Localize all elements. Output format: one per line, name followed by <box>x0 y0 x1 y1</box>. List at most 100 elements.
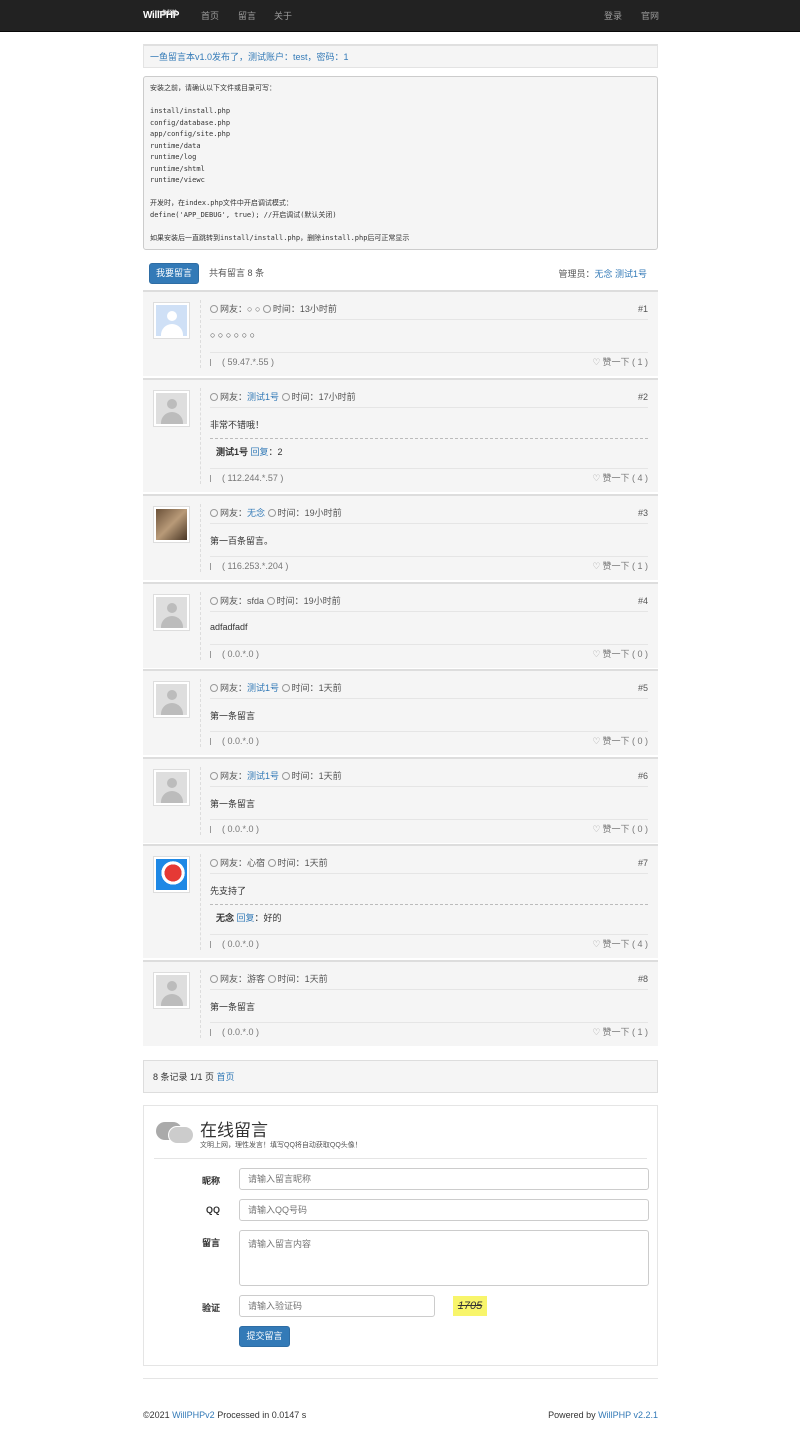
message-time: 13小时前 <box>299 304 337 314</box>
time-label: 时间： <box>277 974 305 984</box>
message-item: 网友：心宿 时间：1天前 #7 先支持了 无念 回复：好的 ( 0.0.*.0 ) ♡ 赞… <box>143 844 658 958</box>
message-item: 网友：游客 时间：1天前 #8 第一条留言 ( 0.0.*.0 ) ♡ 赞一下 ( 1 … <box>143 960 658 1046</box>
message-author[interactable]: 测试1号 <box>247 392 279 402</box>
admin-link[interactable]: 测试1号 <box>615 269 647 279</box>
ip-address: ( 0.0.*.0 ) <box>222 736 260 746</box>
message-header: 网友：○ ○ 时间：13小时前 #1 <box>210 300 648 320</box>
post-message-button[interactable]: 我要留言 <box>149 263 199 284</box>
message-time: 19小时前 <box>304 508 342 518</box>
admin-label: 管理员： <box>558 269 595 279</box>
like-label: 赞一下 <box>602 357 630 367</box>
ip-address: ( 116.253.*.204 ) <box>222 561 289 571</box>
message-author: 游客 <box>247 974 266 984</box>
like-label: 赞一下 <box>602 649 630 659</box>
divider <box>200 592 201 660</box>
message-number: #1 <box>637 304 648 314</box>
install-instructions: 安装之前，请确认以下文件或目录可写： install/install.php c… <box>143 76 658 250</box>
flag-icon <box>210 738 216 745</box>
nav-about[interactable]: 关于 <box>274 0 292 32</box>
message-label: 留言 <box>201 1238 220 1248</box>
like-button[interactable]: ♡ 赞一下 ( 1 ) <box>592 353 648 371</box>
heart-icon: ♡ <box>592 473 601 483</box>
top-navbar: 一鱼科技 WillPHP 首页 留言 关于 登录 官网 <box>0 0 800 32</box>
user-icon <box>210 859 218 867</box>
qq-input[interactable] <box>239 1199 649 1221</box>
user-icon <box>210 393 218 401</box>
divider <box>200 504 201 572</box>
admin-link[interactable]: 无念 <box>594 269 612 279</box>
message-footer: ( 0.0.*.0 ) ♡ 赞一下 ( 4 ) <box>210 934 648 952</box>
site-logo[interactable]: 一鱼科技 WillPHP <box>143 8 185 24</box>
message-author[interactable]: 测试1号 <box>247 683 279 693</box>
form-title: 在线留言 <box>200 1121 268 1140</box>
like-button[interactable]: ♡ 赞一下 ( 0 ) <box>592 732 648 750</box>
reply-link[interactable]: 回复 <box>237 913 255 923</box>
ip-address: ( 0.0.*.0 ) <box>222 939 260 949</box>
like-count: ( 0 ) <box>631 649 648 659</box>
message-number: #4 <box>637 596 648 606</box>
like-count: ( 4 ) <box>631 939 648 949</box>
message-footer: ( 59.47.*.55 ) ♡ 赞一下 ( 1 ) <box>210 352 648 370</box>
ip-address: ( 59.47.*.55 ) <box>222 357 275 367</box>
message-number: #5 <box>637 683 648 693</box>
like-button[interactable]: ♡ 赞一下 ( 0 ) <box>592 645 648 663</box>
message-time: 1天前 <box>304 858 328 868</box>
total-prefix: 共有留言 <box>209 268 246 278</box>
nav-home[interactable]: 首页 <box>201 0 219 32</box>
message-header: 网友：游客 时间：1天前 #8 <box>210 970 648 990</box>
like-button[interactable]: ♡ 赞一下 ( 1 ) <box>592 557 648 575</box>
message-header: 网友：sfda 时间：19小时前 #4 <box>210 592 648 612</box>
captcha-image[interactable]: 1705 <box>453 1296 487 1316</box>
ip-address: ( 0.0.*.0 ) <box>222 649 260 659</box>
time-label: 时间： <box>276 596 304 606</box>
message-header: 网友：无念 时间：19小时前 #3 <box>210 504 648 524</box>
like-label: 赞一下 <box>602 1027 630 1037</box>
time-label: 时间： <box>277 508 305 518</box>
captcha-input[interactable] <box>239 1295 435 1317</box>
ip-address: ( 0.0.*.0 ) <box>222 1027 260 1037</box>
heart-icon: ♡ <box>592 824 601 834</box>
message-content: 第一条留言 <box>210 799 256 809</box>
user-icon <box>210 975 218 983</box>
like-button[interactable]: ♡ 赞一下 ( 1 ) <box>592 1023 648 1041</box>
like-button[interactable]: ♡ 赞一下 ( 0 ) <box>592 820 648 838</box>
framework-link[interactable]: WillPHP v2.2.1 <box>598 1410 658 1420</box>
nav-message[interactable]: 留言 <box>238 0 256 32</box>
message-author[interactable]: 无念 <box>247 508 265 518</box>
divider <box>200 300 201 368</box>
app-link[interactable]: WillPHPv2 <box>172 1410 215 1420</box>
message-author[interactable]: 测试1号 <box>247 771 279 781</box>
time-label: 时间： <box>291 392 319 402</box>
user-icon <box>210 305 218 313</box>
clock-icon <box>267 975 276 983</box>
time-label: 时间： <box>291 771 319 781</box>
pagination: 8 条记录 1/1 页 首页 <box>143 1060 658 1093</box>
user-label: 网友： <box>220 683 248 693</box>
like-label: 赞一下 <box>602 473 630 483</box>
like-button[interactable]: ♡ 赞一下 ( 4 ) <box>592 935 648 953</box>
message-footer: ( 0.0.*.0 ) ♡ 赞一下 ( 0 ) <box>210 644 648 662</box>
notice-link[interactable]: 一鱼留言本v1.0发布了，测试账户：test，密码：1 <box>150 52 349 62</box>
reply-link[interactable]: 回复 <box>251 447 269 457</box>
clock-icon <box>262 305 271 313</box>
nick-input[interactable] <box>239 1168 649 1190</box>
submit-button[interactable]: 提交留言 <box>239 1326 290 1347</box>
reply-text: ：好的 <box>254 913 282 923</box>
message-textarea[interactable] <box>239 1230 649 1286</box>
like-button[interactable]: ♡ 赞一下 ( 4 ) <box>592 469 648 487</box>
nav-login[interactable]: 登录 <box>604 0 622 32</box>
pager-first-link[interactable]: 首页 <box>217 1072 235 1082</box>
like-label: 赞一下 <box>602 939 630 949</box>
heart-icon: ♡ <box>592 736 601 746</box>
flag-icon <box>210 563 216 570</box>
heart-icon: ♡ <box>592 649 601 659</box>
form-subtitle: 文明上网，理性发言！填写QQ将自动获取QQ头像！ <box>200 1142 362 1149</box>
reply-author: 测试1号 <box>216 447 249 457</box>
user-label: 网友： <box>220 974 248 984</box>
nav-official[interactable]: 官网 <box>641 0 659 32</box>
message-content: adfadfadf <box>210 622 248 632</box>
user-label: 网友： <box>220 858 248 868</box>
flag-icon <box>210 826 216 833</box>
like-count: ( 4 ) <box>631 473 648 483</box>
flag-icon <box>210 651 216 658</box>
